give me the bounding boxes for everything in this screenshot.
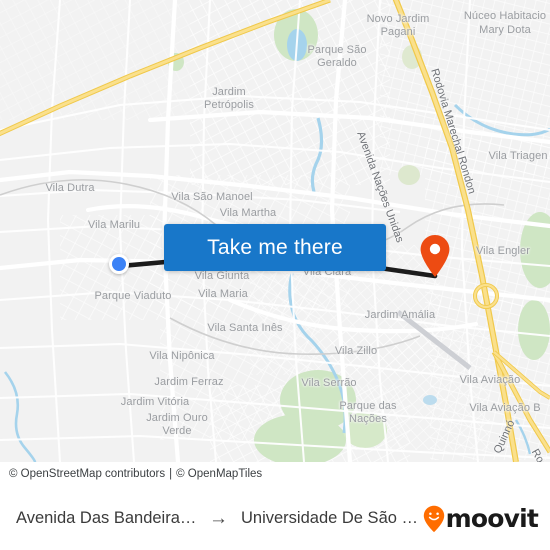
arrow-right-icon: → — [209, 508, 228, 529]
map-screen: Novo Jardim Pagani Núceo Habitacio Mary Do… — [0, 0, 550, 550]
attribution-separator: | — [169, 468, 173, 480]
moovit-logo[interactable]: moovit — [423, 504, 539, 533]
moovit-wordmark: moovit — [445, 504, 539, 533]
map-attribution: © OpenStreetMap contributors | © OpenMap… — [0, 462, 550, 486]
origin-marker[interactable] — [109, 254, 129, 274]
attribution-osm[interactable]: © OpenStreetMap contributors — [9, 468, 165, 480]
trip-origin-label[interactable]: Avenida Das Bandeiras - ... — [16, 509, 198, 528]
attribution-tiles[interactable]: © OpenMapTiles — [176, 468, 262, 480]
moovit-pin-icon — [423, 505, 444, 532]
trip-destination-label[interactable]: Universidade De São P... — [241, 509, 423, 528]
map-pin-icon — [420, 235, 450, 277]
map-canvas[interactable]: Novo Jardim Pagani Núceo Habitacio Mary Do… — [0, 0, 550, 462]
trip-summary-bar: Avenida Das Bandeiras - ... → Universida… — [0, 486, 550, 550]
take-me-there-button[interactable]: Take me there — [164, 224, 386, 271]
destination-marker[interactable] — [419, 234, 451, 278]
